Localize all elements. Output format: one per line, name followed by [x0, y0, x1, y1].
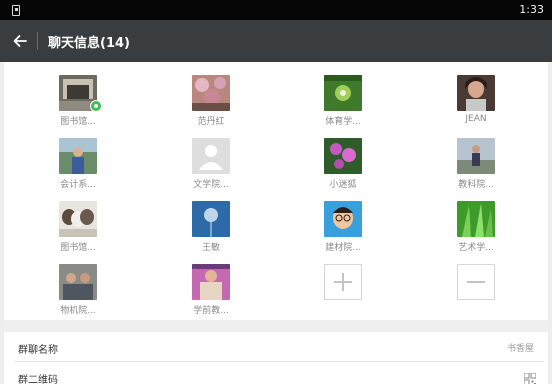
sim-card-icon [12, 5, 20, 16]
member-item[interactable]: 会计系... [40, 125, 116, 190]
member-avatar [324, 138, 362, 174]
group-name-label: 群聊名称 [18, 345, 58, 356]
member-avatar [192, 75, 230, 111]
member-avatar [457, 75, 495, 111]
status-bar: 1:33 [0, 0, 552, 20]
member-item[interactable]: 物机院... [40, 251, 116, 316]
member-name: 物机院... [60, 306, 96, 316]
member-name: 建材院... [325, 243, 361, 253]
default-avatar-icon [192, 138, 230, 174]
member-avatar [59, 138, 97, 174]
member-avatar [457, 201, 495, 237]
member-avatar [324, 75, 362, 111]
remove-member-button[interactable] [457, 264, 495, 300]
group-qr-label: 群二维码 [18, 375, 58, 384]
member-item[interactable]: 王敏 [173, 188, 249, 253]
qr-code-icon [523, 370, 537, 384]
member-item[interactable]: JEAN [438, 62, 514, 124]
member-item[interactable]: 小迷狐 [305, 125, 381, 190]
member-avatar [192, 264, 230, 300]
member-avatar [192, 201, 230, 237]
header-divider [37, 32, 38, 50]
page-title: 聊天信息(14) [48, 36, 130, 51]
add-member-button[interactable] [324, 264, 362, 300]
member-name: JEAN [465, 114, 487, 124]
group-name-value: 书香屋 [506, 344, 534, 354]
status-time: 1:33 [519, 3, 544, 16]
back-arrow-icon[interactable] [10, 31, 30, 51]
member-grid: 图书馆... 范丹红 体育学... JEAN 会计系... 文学院... 小迷狐… [4, 62, 548, 320]
member-item[interactable]: 学前教... [173, 251, 249, 316]
member-item[interactable]: 图书馆... [40, 188, 116, 253]
section-separator [4, 320, 548, 332]
member-avatar [59, 201, 97, 237]
right-gutter [548, 62, 552, 384]
member-item[interactable]: 艺术学... [438, 188, 514, 253]
voice-badge-icon [90, 100, 102, 112]
member-item[interactable]: 体育学... [305, 62, 381, 127]
member-name: 艺术学... [458, 243, 494, 253]
group-qr-row[interactable]: 群二维码 [4, 362, 548, 384]
member-name: 学前教... [193, 306, 229, 316]
member-avatar [324, 201, 362, 237]
group-name-row[interactable]: 群聊名称 书香屋 [4, 332, 548, 362]
member-item[interactable]: 图书馆... [40, 62, 116, 127]
member-item[interactable]: 范丹红 [173, 62, 249, 127]
member-avatar [59, 264, 97, 300]
member-avatar [457, 138, 495, 174]
header-bar: 聊天信息(14) [0, 20, 552, 62]
member-item[interactable]: 建材院... [305, 188, 381, 253]
member-item[interactable]: 文学院... [173, 125, 249, 190]
member-item[interactable]: 教科院... [438, 125, 514, 190]
